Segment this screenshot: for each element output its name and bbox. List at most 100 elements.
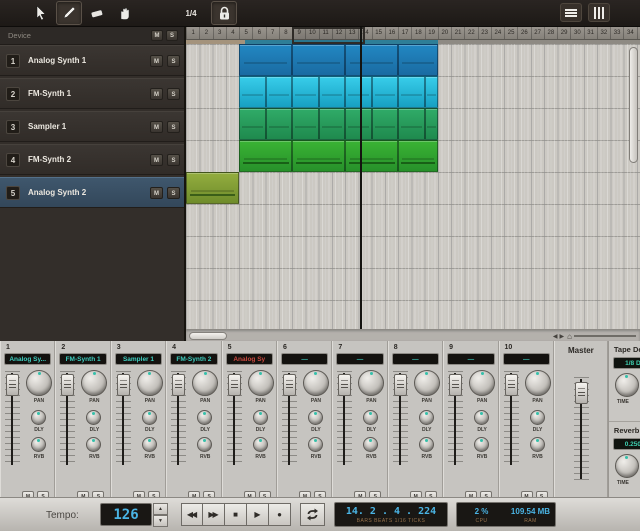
clip-track2-bar17[interactable] — [398, 76, 425, 108]
delay-send-knob[interactable] — [31, 410, 46, 425]
menu-button[interactable] — [560, 3, 582, 22]
record-button[interactable]: ● — [269, 503, 291, 526]
lock-button[interactable] — [211, 1, 237, 25]
eraser-tool-button[interactable] — [84, 1, 110, 25]
channel-fader-cap[interactable] — [394, 374, 407, 396]
channel-fader-cap[interactable] — [6, 374, 19, 396]
reverb-time-knob[interactable] — [615, 454, 639, 478]
tape-delay-value-display[interactable]: 1/8 D — [613, 357, 640, 369]
track-mute-button[interactable]: M — [150, 121, 163, 133]
clip-track4-bar9[interactable] — [292, 140, 345, 172]
reverb-send-knob[interactable] — [308, 437, 323, 452]
channel-fader-cap[interactable] — [505, 374, 518, 396]
tape-delay-time-knob[interactable] — [615, 373, 639, 397]
ruler-bar-29[interactable]: 29 — [557, 27, 570, 39]
channel-volume-fader[interactable] — [60, 371, 75, 467]
playhead[interactable] — [360, 27, 362, 329]
zoom-slider-track[interactable] — [574, 335, 636, 337]
delay-send-knob[interactable] — [363, 410, 378, 425]
pan-knob[interactable] — [414, 370, 440, 396]
reverb-send-knob[interactable] — [31, 437, 46, 452]
pan-knob[interactable] — [81, 370, 107, 396]
track-solo-button[interactable]: S — [167, 187, 180, 199]
delay-send-knob[interactable] — [474, 410, 489, 425]
channel-fader-cap[interactable] — [117, 374, 130, 396]
pan-knob[interactable] — [525, 370, 551, 396]
ruler-bar-6[interactable]: 6 — [252, 27, 265, 39]
ruler-bar-3[interactable]: 3 — [213, 27, 226, 39]
zoom-in-arrow-icon[interactable]: ▶ — [560, 333, 565, 340]
track-solo-button[interactable]: S — [167, 154, 180, 166]
channel-volume-fader[interactable] — [504, 371, 519, 467]
reverb-send-knob[interactable] — [363, 437, 378, 452]
clip-track3-bar5[interactable] — [239, 108, 266, 140]
master-mute-button[interactable]: M — [151, 30, 163, 41]
master-fader[interactable] — [574, 377, 589, 481]
clip-track3-bar19[interactable] — [425, 108, 438, 140]
tempo-up-button[interactable]: ▲ — [153, 503, 168, 515]
pencil-tool-button[interactable] — [56, 1, 82, 25]
clip-track3-bar9[interactable] — [292, 108, 319, 140]
ruler-bar-26[interactable]: 26 — [517, 27, 530, 39]
tempo-down-button[interactable]: ▼ — [153, 515, 168, 527]
ruler[interactable]: 1234567891011121314151617181920212223242… — [186, 27, 640, 40]
channel-fader-cap[interactable] — [228, 374, 241, 396]
ruler-bar-16[interactable]: 16 — [385, 27, 398, 39]
play-button[interactable]: ▶ — [247, 503, 269, 526]
delay-send-knob[interactable] — [308, 410, 323, 425]
channel-device-display[interactable]: — — [392, 353, 439, 365]
clip-track3-bar15[interactable] — [372, 108, 399, 140]
loop-button[interactable] — [300, 503, 325, 526]
ruler-bar-25[interactable]: 25 — [504, 27, 517, 39]
reverb-send-knob[interactable] — [142, 437, 157, 452]
channel-volume-fader[interactable] — [393, 371, 408, 467]
channel-volume-fader[interactable] — [282, 371, 297, 467]
track-mute-button[interactable]: M — [150, 154, 163, 166]
clip-track2-bar9[interactable] — [292, 76, 319, 108]
ruler-bar-30[interactable]: 30 — [570, 27, 583, 39]
channel-fader-cap[interactable] — [172, 374, 185, 396]
channel-device-display[interactable]: Analog Sy... — [4, 353, 51, 365]
ruler-bar-19[interactable]: 19 — [425, 27, 438, 39]
reverb-send-knob[interactable] — [419, 437, 434, 452]
channel-device-display[interactable]: FM-Synth 1 — [59, 353, 106, 365]
ruler-bar-31[interactable]: 31 — [584, 27, 597, 39]
loop-region[interactable] — [292, 27, 365, 44]
ruler-bar-2[interactable]: 2 — [199, 27, 212, 39]
reverb-send-knob[interactable] — [474, 437, 489, 452]
channel-volume-fader[interactable] — [5, 371, 20, 467]
snap-value-dropdown[interactable]: 1/4 — [178, 6, 204, 21]
ruler-bar-28[interactable]: 28 — [544, 27, 557, 39]
zoom-out-arrow-icon[interactable]: ◀ — [553, 333, 558, 340]
clip-track2-bar5[interactable] — [239, 76, 266, 108]
delay-send-knob[interactable] — [86, 410, 101, 425]
zoom-slider-handle-icon[interactable]: ⌂ — [567, 332, 572, 341]
reverb-send-knob[interactable] — [197, 437, 212, 452]
pan-knob[interactable] — [358, 370, 384, 396]
track-row-fm-synth-1[interactable]: 2FM-Synth 1MS — [0, 78, 184, 109]
channel-device-display[interactable]: FM-Synth 2 — [170, 353, 217, 365]
channel-volume-fader[interactable] — [448, 371, 463, 467]
channel-device-display[interactable]: Analog Sy — [226, 353, 273, 365]
ruler-bar-20[interactable]: 20 — [438, 27, 451, 39]
master-fader-cap[interactable] — [575, 382, 588, 404]
delay-send-knob[interactable] — [419, 410, 434, 425]
ruler-bar-7[interactable]: 7 — [266, 27, 279, 39]
clip-track4-bar17[interactable] — [398, 140, 438, 172]
reverb-send-knob[interactable] — [530, 437, 545, 452]
channel-device-display[interactable]: Sampler 1 — [115, 353, 162, 365]
channel-fader-cap[interactable] — [449, 374, 462, 396]
track-row-analog-synth-2[interactable]: 5Analog Synth 2MS — [0, 177, 184, 208]
ruler-bar-21[interactable]: 21 — [451, 27, 464, 39]
ruler-bar-1[interactable]: 1 — [186, 27, 199, 39]
clip-track1-bar13[interactable] — [345, 44, 398, 76]
reverb-send-knob[interactable] — [253, 437, 268, 452]
channel-device-display[interactable]: — — [281, 353, 328, 365]
ruler-bar-35[interactable]: 35 — [637, 27, 640, 39]
fast-forward-button[interactable]: ▶▶ — [203, 503, 225, 526]
clip-track3-bar7[interactable] — [266, 108, 293, 140]
horizontal-scrollbar[interactable]: ◀ ▶ ⌂ — [186, 329, 640, 341]
track-row-fm-synth-2[interactable]: 4FM-Synth 2MS — [0, 144, 184, 175]
reverb-value-display[interactable]: 0.250 — [613, 438, 640, 450]
channel-volume-fader[interactable] — [116, 371, 131, 467]
